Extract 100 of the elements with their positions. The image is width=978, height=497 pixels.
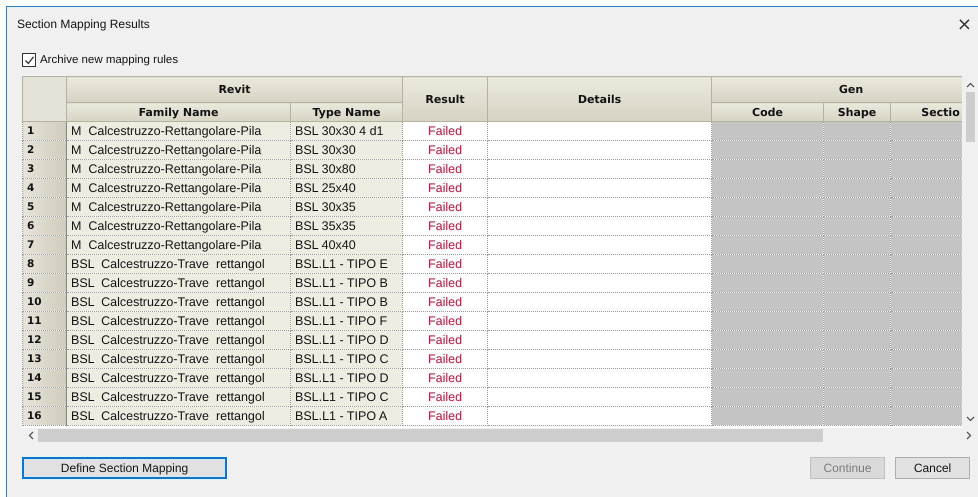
row-header[interactable]: 6 xyxy=(22,216,66,236)
table-cell xyxy=(890,274,962,292)
table-cell xyxy=(824,274,891,292)
table-cell xyxy=(824,368,891,388)
column-header[interactable]: Details xyxy=(488,76,712,122)
checkbox-label: Archive new mapping rules xyxy=(40,54,178,66)
table-cell: BSL 30x80 xyxy=(290,160,403,178)
scrollbar-thumb[interactable] xyxy=(966,92,974,142)
column-header[interactable]: Family Name xyxy=(66,102,290,122)
table-cell: BSL Calcestruzzo-Trave rettangol xyxy=(66,350,290,368)
column-group-header: Revit xyxy=(66,76,403,102)
row-header[interactable]: 8 xyxy=(22,254,66,274)
table-cell xyxy=(890,406,962,426)
checkbox[interactable] xyxy=(22,53,36,67)
table-cell xyxy=(890,160,962,178)
row-header[interactable]: 5 xyxy=(22,198,66,216)
table-cell: BSL 25x40 xyxy=(290,178,403,198)
corner-header xyxy=(22,76,66,122)
table-cell: BSL.L1 - TIPO D xyxy=(290,368,403,388)
column-header[interactable]: Result xyxy=(402,76,488,122)
table-cell xyxy=(890,350,962,368)
table-cell: M Calcestruzzo-Rettangolare-Pila xyxy=(66,236,290,254)
scroll-left-icon[interactable] xyxy=(28,431,34,440)
table-cell xyxy=(824,350,891,368)
table-cell xyxy=(824,140,891,160)
column-header[interactable]: Type Name xyxy=(290,102,403,122)
table-cell: BSL.L1 - TIPO D xyxy=(290,330,403,350)
table-cell xyxy=(890,292,962,312)
table-cell xyxy=(824,198,891,216)
table-cell: BSL 30x35 xyxy=(290,198,403,216)
table-cell: BSL 35x35 xyxy=(290,216,403,236)
table-cell xyxy=(890,198,962,216)
table-cell: BSL Calcestruzzo-Trave rettangol xyxy=(66,406,290,426)
table-cell: BSL.L1 - TIPO F xyxy=(290,312,403,330)
table-cell: M Calcestruzzo-Rettangolare-Pila xyxy=(66,122,290,140)
dialog-button[interactable]: Define Section Mapping xyxy=(22,457,227,479)
table-cell xyxy=(824,312,891,330)
table-cell xyxy=(824,406,891,426)
table-cell: M Calcestruzzo-Rettangolare-Pila xyxy=(66,160,290,178)
table-cell xyxy=(890,368,962,388)
table-cell xyxy=(890,330,962,350)
table-cell xyxy=(890,178,962,198)
table-cell xyxy=(824,388,891,406)
column-header[interactable]: Shape xyxy=(824,102,891,122)
window-title: Section Mapping Results xyxy=(17,17,150,31)
table-cell: BSL Calcestruzzo-Trave rettangol xyxy=(66,368,290,388)
row-header[interactable]: 1 xyxy=(22,122,66,140)
table-cell: BSL.L1 - TIPO B xyxy=(290,274,403,292)
table-cell xyxy=(824,254,891,274)
table-cell: BSL.L1 - TIPO C xyxy=(290,350,403,368)
table-cell: BSL Calcestruzzo-Trave rettangol xyxy=(66,330,290,350)
table-cell xyxy=(824,330,891,350)
row-header[interactable]: 2 xyxy=(22,140,66,160)
row-header[interactable]: 7 xyxy=(22,236,66,254)
table-cell xyxy=(890,140,962,160)
table-cell: M Calcestruzzo-Rettangolare-Pila xyxy=(66,140,290,160)
close-button[interactable]: × xyxy=(950,14,978,34)
table-cell: BSL Calcestruzzo-Trave rettangol xyxy=(66,292,290,312)
table-cell xyxy=(890,122,962,140)
table-cell: BSL 30x30 xyxy=(290,140,403,160)
scrollbar-thumb[interactable] xyxy=(38,429,823,442)
table-cell: BSL Calcestruzzo-Trave rettangol xyxy=(66,274,290,292)
column-header[interactable]: Sectio xyxy=(890,102,962,122)
table-cell xyxy=(824,178,891,198)
row-header[interactable]: 15 xyxy=(22,388,66,406)
checkmark-icon xyxy=(24,54,34,66)
table-cell: BSL Calcestruzzo-Trave rettangol xyxy=(66,388,290,406)
dialog-button[interactable]: Cancel xyxy=(895,457,970,479)
table-cell: BSL 30x30 4 d1 xyxy=(290,122,403,140)
table-cell xyxy=(890,216,962,236)
table-cell xyxy=(824,216,891,236)
row-header[interactable]: 13 xyxy=(22,350,66,368)
table-cell xyxy=(824,292,891,312)
table-cell xyxy=(824,160,891,178)
row-header[interactable]: 4 xyxy=(22,178,66,198)
scroll-right-icon[interactable] xyxy=(966,431,972,440)
table-cell xyxy=(824,236,891,254)
row-header[interactable]: 10 xyxy=(22,292,66,312)
table-cell: BSL.L1 - TIPO E xyxy=(290,254,403,274)
table-cell xyxy=(890,236,962,254)
column-header[interactable]: Code xyxy=(712,102,824,122)
table-cell: BSL 40x40 xyxy=(290,236,403,254)
table-cell: BSL Calcestruzzo-Trave rettangol xyxy=(66,312,290,330)
table-cell xyxy=(890,312,962,330)
table-cell: BSL.L1 - TIPO B xyxy=(290,292,403,312)
table-cell: M Calcestruzzo-Rettangolare-Pila xyxy=(66,216,290,236)
row-header[interactable]: 11 xyxy=(22,312,66,330)
row-header[interactable]: 3 xyxy=(22,160,66,178)
column-group-header: Gen xyxy=(712,76,962,102)
table-cell xyxy=(824,122,891,140)
row-header[interactable]: 16 xyxy=(22,406,66,426)
row-header[interactable]: 12 xyxy=(22,330,66,350)
table-cell xyxy=(890,388,962,406)
table-cell: BSL.L1 - TIPO C xyxy=(290,388,403,406)
table-cell: M Calcestruzzo-Rettangolare-Pila xyxy=(66,178,290,198)
row-header[interactable]: 9 xyxy=(22,274,66,292)
scroll-up-icon[interactable] xyxy=(966,82,974,88)
table-cell: BSL Calcestruzzo-Trave rettangol xyxy=(66,254,290,274)
row-header[interactable]: 14 xyxy=(22,368,66,388)
scroll-down-icon[interactable] xyxy=(966,416,974,422)
